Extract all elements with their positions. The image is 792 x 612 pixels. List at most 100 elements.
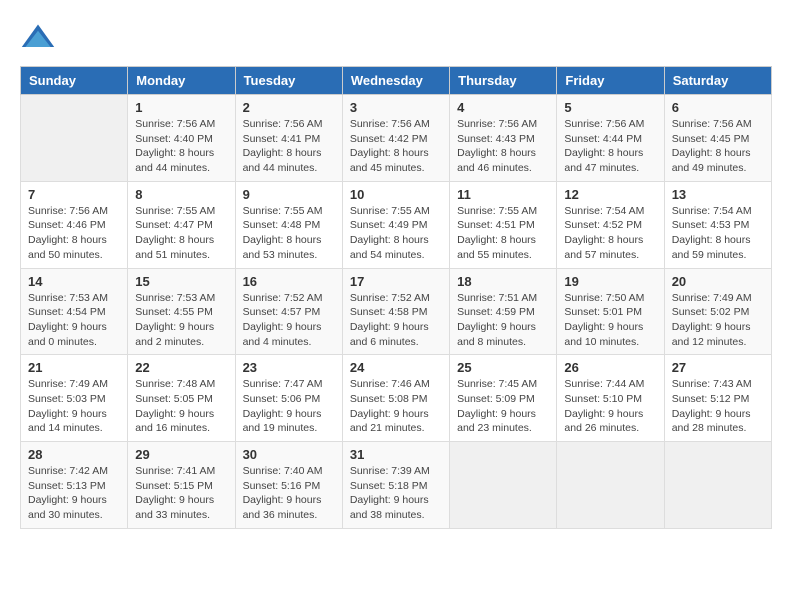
day-number: 27 [672, 360, 764, 375]
calendar-day-cell: 25 Sunrise: 7:45 AM Sunset: 5:09 PM Dayli… [450, 355, 557, 442]
day-info: Sunrise: 7:55 AM Sunset: 4:47 PM Dayligh… [135, 204, 227, 263]
calendar-day-cell: 8 Sunrise: 7:55 AM Sunset: 4:47 PM Daylig… [128, 181, 235, 268]
day-info: Sunrise: 7:56 AM Sunset: 4:46 PM Dayligh… [28, 204, 120, 263]
day-info: Sunrise: 7:41 AM Sunset: 5:15 PM Dayligh… [135, 464, 227, 523]
day-info: Sunrise: 7:55 AM Sunset: 4:51 PM Dayligh… [457, 204, 549, 263]
calendar-week-row: 28Sunrise: 7:42 AM Sunset: 5:13 PM Dayli… [21, 442, 772, 529]
day-info: Sunrise: 7:49 AM Sunset: 5:02 PM Dayligh… [672, 291, 764, 350]
day-number: 14 [28, 274, 120, 289]
col-monday: Monday [128, 67, 235, 95]
day-number: 31 [350, 447, 442, 462]
day-info: Sunrise: 7:40 AM Sunset: 5:16 PM Dayligh… [243, 464, 335, 523]
day-number: 23 [243, 360, 335, 375]
calendar-day-cell [450, 442, 557, 529]
day-number: 9 [243, 187, 335, 202]
day-info: Sunrise: 7:39 AM Sunset: 5:18 PM Dayligh… [350, 464, 442, 523]
calendar-day-cell: 5Sunrise: 7:56 AM Sunset: 4:44 PM Daylig… [557, 95, 664, 182]
day-info: Sunrise: 7:53 AM Sunset: 4:55 PM Dayligh… [135, 291, 227, 350]
day-number: 2 [243, 100, 335, 115]
day-number: 19 [564, 274, 656, 289]
day-info: Sunrise: 7:54 AM Sunset: 4:53 PM Dayligh… [672, 204, 764, 263]
col-friday: Friday [557, 67, 664, 95]
col-sunday: Sunday [21, 67, 128, 95]
calendar-day-cell: 21 Sunrise: 7:49 AM Sunset: 5:03 PM Dayli… [21, 355, 128, 442]
calendar-table: Sunday Monday Tuesday Wednesday Thursday… [20, 66, 772, 529]
day-number: 29 [135, 447, 227, 462]
calendar-day-cell: 31 Sunrise: 7:39 AM Sunset: 5:18 PM Dayli… [342, 442, 449, 529]
day-number: 22 [135, 360, 227, 375]
day-info: Sunrise: 7:56 AM Sunset: 4:41 PM Dayligh… [243, 117, 335, 176]
day-info: Sunrise: 7:49 AM Sunset: 5:03 PM Dayligh… [28, 377, 120, 436]
day-info: Sunrise: 7:55 AM Sunset: 4:49 PM Dayligh… [350, 204, 442, 263]
calendar-day-cell: 13 Sunrise: 7:54 AM Sunset: 4:53 PM Dayli… [664, 181, 771, 268]
day-info: Sunrise: 7:43 AM Sunset: 5:12 PM Dayligh… [672, 377, 764, 436]
calendar-day-cell: 11 Sunrise: 7:55 AM Sunset: 4:51 PM Dayli… [450, 181, 557, 268]
day-number: 17 [350, 274, 442, 289]
calendar-day-cell: 29 Sunrise: 7:41 AM Sunset: 5:15 PM Dayli… [128, 442, 235, 529]
day-number: 6 [672, 100, 764, 115]
day-number: 4 [457, 100, 549, 115]
day-number: 30 [243, 447, 335, 462]
calendar-day-cell: 30 Sunrise: 7:40 AM Sunset: 5:16 PM Dayli… [235, 442, 342, 529]
day-number: 5 [564, 100, 656, 115]
calendar-day-cell: 17 Sunrise: 7:52 AM Sunset: 4:58 PM Dayli… [342, 268, 449, 355]
day-info: Sunrise: 7:48 AM Sunset: 5:05 PM Dayligh… [135, 377, 227, 436]
day-info: Sunrise: 7:44 AM Sunset: 5:10 PM Dayligh… [564, 377, 656, 436]
col-wednesday: Wednesday [342, 67, 449, 95]
calendar-day-cell: 20 Sunrise: 7:49 AM Sunset: 5:02 PM Dayli… [664, 268, 771, 355]
col-tuesday: Tuesday [235, 67, 342, 95]
calendar-week-row: 7 Sunrise: 7:56 AM Sunset: 4:46 PM Daylig… [21, 181, 772, 268]
calendar-day-cell: 26Sunrise: 7:44 AM Sunset: 5:10 PM Dayli… [557, 355, 664, 442]
day-info: Sunrise: 7:45 AM Sunset: 5:09 PM Dayligh… [457, 377, 549, 436]
day-info: Sunrise: 7:53 AM Sunset: 4:54 PM Dayligh… [28, 291, 120, 350]
day-number: 18 [457, 274, 549, 289]
day-number: 13 [672, 187, 764, 202]
calendar-day-cell: 19 Sunrise: 7:50 AM Sunset: 5:01 PM Dayli… [557, 268, 664, 355]
day-info: Sunrise: 7:52 AM Sunset: 4:58 PM Dayligh… [350, 291, 442, 350]
logo-icon [20, 20, 56, 56]
calendar-day-cell: 27 Sunrise: 7:43 AM Sunset: 5:12 PM Dayli… [664, 355, 771, 442]
calendar-day-cell [21, 95, 128, 182]
day-info: Sunrise: 7:55 AM Sunset: 4:48 PM Dayligh… [243, 204, 335, 263]
page-header [20, 20, 772, 56]
calendar-day-cell: 2 Sunrise: 7:56 AM Sunset: 4:41 PM Daylig… [235, 95, 342, 182]
day-info: Sunrise: 7:51 AM Sunset: 4:59 PM Dayligh… [457, 291, 549, 350]
day-number: 21 [28, 360, 120, 375]
logo [20, 20, 62, 56]
calendar-day-cell: 15 Sunrise: 7:53 AM Sunset: 4:55 PM Dayli… [128, 268, 235, 355]
calendar-day-cell: 22 Sunrise: 7:48 AM Sunset: 5:05 PM Dayli… [128, 355, 235, 442]
day-number: 15 [135, 274, 227, 289]
calendar-week-row: 1Sunrise: 7:56 AM Sunset: 4:40 PM Daylig… [21, 95, 772, 182]
day-number: 28 [28, 447, 120, 462]
day-info: Sunrise: 7:56 AM Sunset: 4:43 PM Dayligh… [457, 117, 549, 176]
day-number: 20 [672, 274, 764, 289]
calendar-day-cell [664, 442, 771, 529]
col-saturday: Saturday [664, 67, 771, 95]
calendar-week-row: 21 Sunrise: 7:49 AM Sunset: 5:03 PM Dayli… [21, 355, 772, 442]
day-number: 25 [457, 360, 549, 375]
day-info: Sunrise: 7:50 AM Sunset: 5:01 PM Dayligh… [564, 291, 656, 350]
calendar-day-cell: 6 Sunrise: 7:56 AM Sunset: 4:45 PM Daylig… [664, 95, 771, 182]
calendar-day-cell: 10 Sunrise: 7:55 AM Sunset: 4:49 PM Dayli… [342, 181, 449, 268]
day-number: 16 [243, 274, 335, 289]
calendar-day-cell: 12Sunrise: 7:54 AM Sunset: 4:52 PM Dayli… [557, 181, 664, 268]
calendar-day-cell: 23 Sunrise: 7:47 AM Sunset: 5:06 PM Dayli… [235, 355, 342, 442]
calendar-day-cell: 4 Sunrise: 7:56 AM Sunset: 4:43 PM Daylig… [450, 95, 557, 182]
day-info: Sunrise: 7:54 AM Sunset: 4:52 PM Dayligh… [564, 204, 656, 263]
calendar-day-cell: 18 Sunrise: 7:51 AM Sunset: 4:59 PM Dayli… [450, 268, 557, 355]
day-number: 10 [350, 187, 442, 202]
day-info: Sunrise: 7:56 AM Sunset: 4:40 PM Dayligh… [135, 117, 227, 176]
calendar-day-cell: 28Sunrise: 7:42 AM Sunset: 5:13 PM Dayli… [21, 442, 128, 529]
day-info: Sunrise: 7:56 AM Sunset: 4:45 PM Dayligh… [672, 117, 764, 176]
calendar-day-cell: 1Sunrise: 7:56 AM Sunset: 4:40 PM Daylig… [128, 95, 235, 182]
calendar-day-cell: 3 Sunrise: 7:56 AM Sunset: 4:42 PM Daylig… [342, 95, 449, 182]
calendar-header-row: Sunday Monday Tuesday Wednesday Thursday… [21, 67, 772, 95]
day-number: 11 [457, 187, 549, 202]
day-info: Sunrise: 7:47 AM Sunset: 5:06 PM Dayligh… [243, 377, 335, 436]
day-number: 7 [28, 187, 120, 202]
day-number: 24 [350, 360, 442, 375]
day-number: 8 [135, 187, 227, 202]
day-number: 3 [350, 100, 442, 115]
day-info: Sunrise: 7:56 AM Sunset: 4:42 PM Dayligh… [350, 117, 442, 176]
calendar-day-cell: 7 Sunrise: 7:56 AM Sunset: 4:46 PM Daylig… [21, 181, 128, 268]
